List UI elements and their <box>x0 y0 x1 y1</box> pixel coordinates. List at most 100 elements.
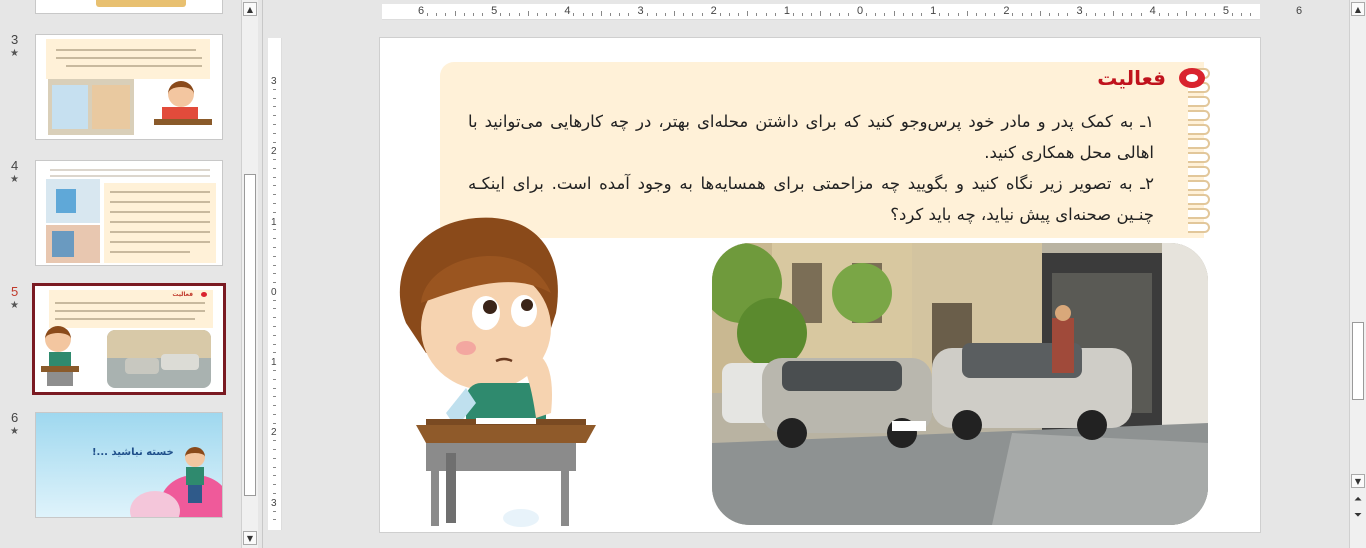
ruler-tick <box>921 13 923 16</box>
ruler-tick <box>847 13 849 16</box>
ruler-number: 2 <box>271 427 277 439</box>
ruler-tick <box>500 13 502 16</box>
ruler-tick <box>527 11 529 16</box>
ruler-tick <box>728 13 730 16</box>
slide-thumbnail-pane: 3 ★ 4 ★ 5 ★ فعالیت 6 ★ خسته نباشید ...! <box>0 0 240 548</box>
ruler-tick <box>273 317 276 319</box>
ruler-tick <box>273 282 276 284</box>
ruler-tick <box>273 159 276 161</box>
slide-thumbnail-5[interactable]: فعالیت <box>32 283 226 395</box>
ruler-tick <box>273 115 276 117</box>
ruler-tick <box>756 13 758 16</box>
thumb-boy-drawing <box>39 324 83 390</box>
double-down-icon[interactable]: ⏷ <box>1351 508 1365 522</box>
slide-thumbnail-2[interactable] <box>35 0 223 14</box>
triangle-down-icon[interactable]: ▼ <box>1351 474 1365 488</box>
thumb-title: فعالیت <box>172 291 193 298</box>
thumbnail-scroll-thumb[interactable] <box>244 174 256 496</box>
spiral-ring <box>1188 110 1210 121</box>
street-cars-photo[interactable] <box>712 243 1208 525</box>
ruler-tick <box>273 378 276 380</box>
spiral-ring <box>1188 138 1210 149</box>
ruler-tick <box>582 13 584 16</box>
ruler-tick <box>911 13 913 16</box>
ruler-tick <box>747 11 749 16</box>
slide-number-3: 3 <box>11 32 19 47</box>
ruler-tick <box>683 13 685 16</box>
slide-canvas[interactable]: فعالیت ١ـ به کمک پدر و مادر خود پرس‌وجو … <box>379 37 1261 533</box>
spiral-ring <box>1188 96 1210 107</box>
ruler-number: 0 <box>271 286 277 298</box>
ruler-tick <box>509 13 511 16</box>
ruler-tick <box>454 11 456 16</box>
ruler-tick <box>1021 13 1023 16</box>
ruler-tick <box>273 475 276 477</box>
ruler-tick <box>1103 13 1105 16</box>
ruler-tick <box>1140 13 1142 16</box>
ruler-tick <box>610 13 612 16</box>
ruler-number: 2 <box>710 5 717 17</box>
ruler-tick <box>811 13 813 16</box>
vertical-ruler: 3 2 1 0 1 2 3 <box>268 38 282 530</box>
ruler-number: 3 <box>1076 5 1083 17</box>
ruler-tick <box>674 11 676 16</box>
ruler-tick <box>1113 11 1115 16</box>
ruler-tick <box>1039 11 1041 16</box>
ruler-tick <box>664 13 666 16</box>
ruler-tick <box>1122 13 1124 16</box>
double-up-icon[interactable]: ⏶ <box>1351 492 1365 506</box>
ruler-tick <box>427 13 429 16</box>
ruler-number: 4 <box>564 5 571 17</box>
ruler-tick <box>1250 13 1252 16</box>
ruler-tick <box>719 13 721 16</box>
ruler-tick <box>273 141 276 143</box>
triangle-down-icon[interactable]: ▼ <box>243 531 257 545</box>
thinking-boy-drawing[interactable] <box>386 213 596 533</box>
horizontal-ruler: 6 5 4 3 2 1 0 1 2 3 4 5 6 <box>382 4 1302 20</box>
slide-scroll-thumb[interactable] <box>1352 322 1364 400</box>
ruler-tick <box>273 308 276 310</box>
slide-thumbnail-6[interactable]: خسته نباشید ...! <box>35 412 223 518</box>
animation-star-icon: ★ <box>10 426 19 437</box>
ruler-number: 1 <box>271 216 277 228</box>
triangle-up-icon[interactable]: ▲ <box>243 2 257 16</box>
ruler-tick <box>436 13 438 16</box>
spiral-ring <box>1188 208 1210 219</box>
thumb-image-top <box>46 179 100 223</box>
activity-text[interactable]: ١ـ به کمک پدر و مادر خود پرس‌وجو کنید که… <box>468 106 1154 230</box>
animation-star-icon: ★ <box>10 300 19 311</box>
ruler-number: 2 <box>271 146 277 158</box>
ruler-tick <box>701 13 703 16</box>
slide-number-4: 4 <box>11 158 19 173</box>
ruler-tick <box>273 405 276 407</box>
slide-thumbnail-3[interactable] <box>35 34 223 140</box>
ruler-number: 3 <box>271 497 277 509</box>
slide-scrollbar[interactable]: ▲ ▼ ⏶ ⏷ <box>1349 0 1366 548</box>
ruler-tick <box>802 13 804 16</box>
ruler-number: 2 <box>1003 5 1010 17</box>
thumb-activity-box <box>46 39 210 79</box>
ruler-tick <box>939 13 941 16</box>
ruler-tick <box>273 484 276 486</box>
thumb-image-bottom <box>46 225 100 263</box>
thumb-photo <box>107 330 211 388</box>
ruler-tick <box>628 13 630 16</box>
activity-title[interactable]: فعالیت <box>1097 66 1166 90</box>
ruler-tick <box>273 466 276 468</box>
ruler-tick <box>1158 13 1160 16</box>
ruler-tick <box>994 13 996 16</box>
ruler-tick <box>273 246 276 248</box>
thumbnail-scrollbar[interactable]: ▲ ▼ <box>241 0 258 548</box>
ruler-tick <box>273 326 276 327</box>
ruler-tick <box>546 13 548 16</box>
ruler-tick <box>1204 13 1206 16</box>
ruler-tick <box>957 13 959 16</box>
ruler-tick <box>655 13 657 16</box>
activity-bullet-icon <box>1179 68 1205 88</box>
ruler-tick <box>1012 13 1014 16</box>
ruler-tick <box>273 203 276 204</box>
triangle-up-icon[interactable]: ▲ <box>1351 2 1365 16</box>
thumb-photo <box>48 79 134 135</box>
ruler-tick <box>273 352 276 354</box>
slide-thumbnail-4[interactable] <box>35 160 223 266</box>
